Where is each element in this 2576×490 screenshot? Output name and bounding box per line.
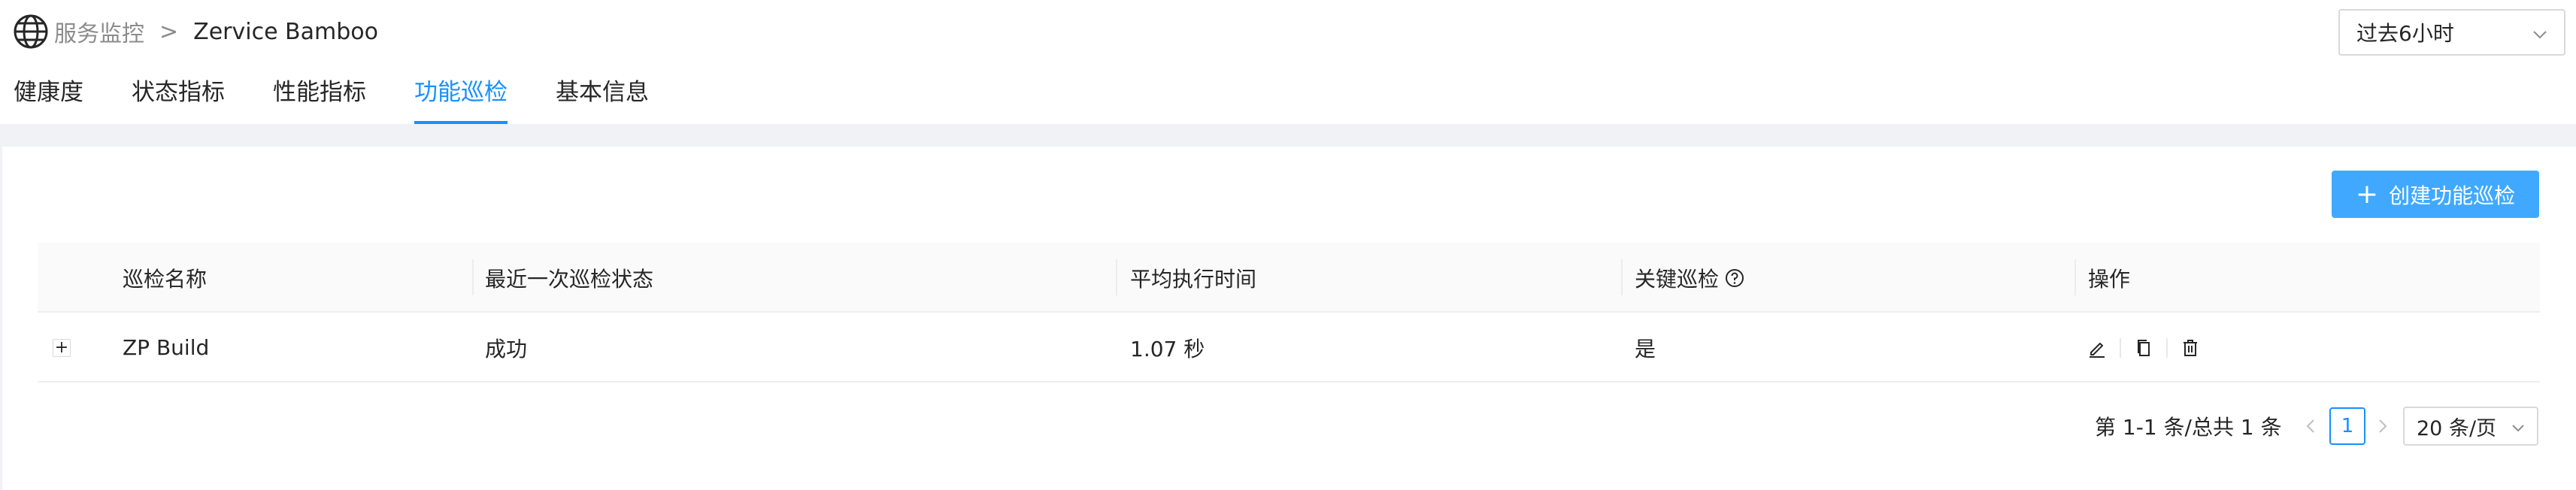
- critical-flag: 是: [1635, 336, 1656, 361]
- help-icon[interactable]: [1725, 268, 1744, 288]
- column-divider: [1621, 259, 1623, 295]
- table-header: 巡检名称 最近一次巡检状态 平均执行时间 关键巡检 操作: [38, 243, 2540, 313]
- action-divider: [2120, 337, 2121, 358]
- breadcrumb-root[interactable]: 服务监控: [54, 15, 144, 48]
- previous-page-icon[interactable]: [2299, 410, 2322, 443]
- breadcrumb: 服务监控 > Zervice Bamboo: [12, 11, 378, 53]
- tab-label: 基本信息: [556, 79, 649, 106]
- tab-health[interactable]: 健康度: [14, 69, 83, 124]
- page-size-select[interactable]: 20 条/页: [2403, 407, 2538, 446]
- top-bar: 服务监控 > Zervice Bamboo 过去6小时 健康度 状态指标 性能指…: [0, 0, 2576, 124]
- next-page-icon[interactable]: [2371, 410, 2394, 443]
- column-header-last-status: 最近一次巡检状态: [485, 266, 654, 292]
- column-divider: [472, 259, 474, 295]
- expand-row-button[interactable]: +: [53, 338, 71, 357]
- breadcrumb-separator: >: [159, 18, 179, 45]
- tab-label: 性能指标: [273, 79, 366, 106]
- tab-function-inspection[interactable]: 功能巡检: [414, 69, 508, 124]
- globe-icon: [12, 13, 50, 50]
- breadcrumb-current: Zervice Bamboo: [193, 18, 378, 45]
- expand-cell: +: [53, 313, 71, 383]
- plus-icon: +: [2355, 178, 2379, 210]
- page-size-value: 20 条/页: [2417, 416, 2497, 440]
- create-inspection-label: 创建功能巡检: [2389, 183, 2516, 208]
- column-header-name: 巡检名称: [123, 266, 208, 292]
- edit-icon[interactable]: [2085, 336, 2109, 360]
- table-row: + ZP Build 成功 1.07 秒 是: [38, 313, 2540, 383]
- tab-label: 状态指标: [132, 79, 225, 106]
- page-number-button[interactable]: 1: [2329, 407, 2365, 445]
- column-header-critical-label: 关键巡检: [1635, 266, 1720, 292]
- column-header-avg-time: 平均执行时间: [1130, 266, 1257, 292]
- column-header-actions: 操作: [2088, 266, 2131, 292]
- column-divider: [1116, 259, 1117, 295]
- create-inspection-button[interactable]: + 创建功能巡检: [2332, 171, 2539, 218]
- tab-status-metrics[interactable]: 状态指标: [132, 69, 225, 124]
- tab-performance-metrics[interactable]: 性能指标: [273, 69, 366, 124]
- inspection-name: ZP Build: [123, 335, 210, 360]
- column-divider: [2074, 259, 2076, 295]
- time-range-select[interactable]: 过去6小时: [2338, 9, 2565, 56]
- pagination-total: 第 1-1 条/总共 1 条: [2095, 415, 2282, 440]
- inspection-table: 巡检名称 最近一次巡检状态 平均执行时间 关键巡检 操作 + ZP Build …: [38, 243, 2540, 383]
- copy-icon[interactable]: [2132, 336, 2156, 360]
- last-status: 成功: [485, 336, 528, 361]
- column-header-critical: 关键巡检: [1635, 243, 1744, 313]
- section-divider: [0, 124, 2576, 147]
- tab-label: 功能巡检: [414, 79, 508, 106]
- tab-label: 健康度: [14, 79, 83, 106]
- chevron-down-icon: [2531, 24, 2549, 42]
- row-actions: [2085, 313, 2202, 383]
- action-divider: [2166, 337, 2168, 358]
- chevron-down-icon: [2510, 419, 2526, 435]
- avg-execution-time: 1.07 秒: [1130, 336, 1205, 361]
- tab-bar: 健康度 状态指标 性能指标 功能巡检 基本信息: [14, 69, 697, 124]
- time-range-value: 过去6小时: [2356, 21, 2454, 46]
- tab-basic-info[interactable]: 基本信息: [556, 69, 649, 124]
- delete-icon[interactable]: [2178, 336, 2202, 360]
